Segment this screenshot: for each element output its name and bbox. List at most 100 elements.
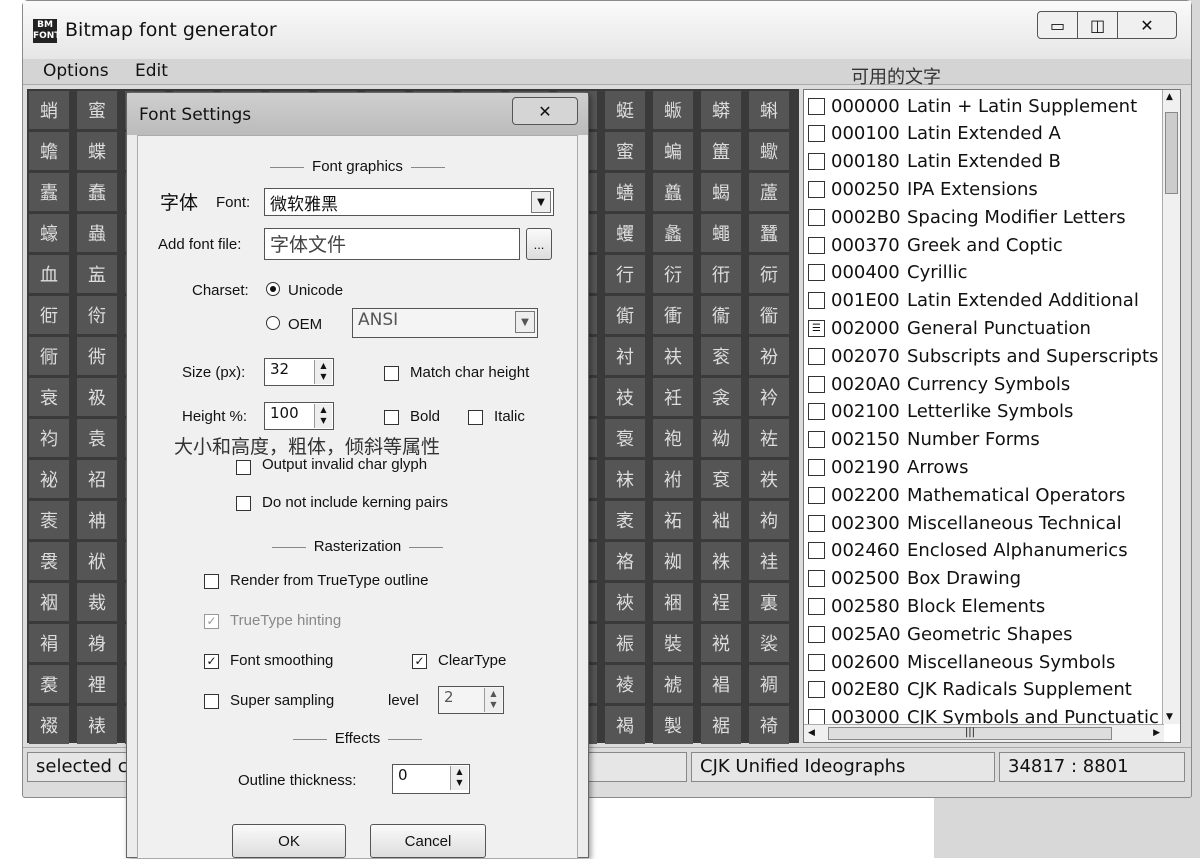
- glyph-cell[interactable]: 袠: [29, 501, 69, 539]
- glyph-cell[interactable]: 裞: [701, 624, 741, 662]
- glyph-cell[interactable]: 蠼: [605, 214, 645, 252]
- truetype-hinting-checkbox[interactable]: ✓: [204, 614, 219, 629]
- glyph-cell[interactable]: 衕: [29, 337, 69, 375]
- glyph-cell[interactable]: 蝌: [749, 91, 789, 129]
- glyph-cell[interactable]: 蜓: [605, 91, 645, 129]
- range-checkbox[interactable]: [808, 542, 825, 560]
- glyph-cell[interactable]: 衠: [605, 296, 645, 334]
- char-range-row[interactable]: 000000 Latin + Latin Supplement: [804, 92, 1137, 120]
- glyph-cell[interactable]: 蝂: [653, 91, 693, 129]
- char-range-row[interactable]: 002300 Miscellaneous Technical: [804, 509, 1122, 537]
- match-char-height-checkbox[interactable]: [384, 366, 399, 381]
- glyph-cell[interactable]: 衰: [29, 378, 69, 416]
- glyph-cell[interactable]: 袱: [77, 542, 117, 580]
- glyph-cell[interactable]: 蠢: [77, 173, 117, 211]
- glyph-cell[interactable]: 蠡: [653, 214, 693, 252]
- glyph-cell[interactable]: 裑: [77, 624, 117, 662]
- glyph-cell[interactable]: 簠: [701, 132, 741, 170]
- glyph-cell[interactable]: 衾: [701, 378, 741, 416]
- glyph-cell[interactable]: 裖: [605, 624, 645, 662]
- glyph-cell[interactable]: 裝: [653, 624, 693, 662]
- char-range-row[interactable]: 002150 Number Forms: [804, 426, 1040, 454]
- glyph-cell[interactable]: 裿: [749, 706, 789, 744]
- range-checkbox[interactable]: [808, 153, 825, 171]
- glyph-cell[interactable]: 裭: [653, 665, 693, 703]
- glyph-cell[interactable]: 袡: [77, 501, 117, 539]
- height-input[interactable]: 100 ▲ ▼: [264, 402, 334, 430]
- dialog-close-button[interactable]: ✕: [512, 97, 578, 125]
- glyph-cell[interactable]: 衖: [77, 337, 117, 375]
- level-input[interactable]: 2 ▲ ▼: [438, 686, 504, 714]
- glyph-cell[interactable]: 蜜: [77, 91, 117, 129]
- glyph-cell[interactable]: 蟮: [605, 173, 645, 211]
- glyph-cell[interactable]: 衑: [77, 296, 117, 334]
- scroll-left-icon[interactable]: ◀: [808, 728, 815, 738]
- glyph-cell[interactable]: 袽: [653, 542, 693, 580]
- char-range-row[interactable]: 0025A0 Geometric Shapes: [804, 620, 1072, 648]
- glyph-cell[interactable]: 衐: [29, 296, 69, 334]
- glyph-cell[interactable]: 袜: [605, 460, 645, 498]
- glyph-cell[interactable]: 裮: [701, 665, 741, 703]
- glyph-cell[interactable]: 衬: [605, 337, 645, 375]
- glyph-cell[interactable]: 袾: [701, 542, 741, 580]
- glyph-cell[interactable]: 衱: [77, 378, 117, 416]
- glyph-cell[interactable]: 袼: [605, 542, 645, 580]
- glyph-cell[interactable]: 製: [653, 706, 693, 744]
- add-font-input[interactable]: 字体文件: [264, 228, 520, 260]
- glyph-cell[interactable]: 裟: [749, 624, 789, 662]
- chevron-down-icon[interactable]: ▼: [531, 191, 551, 213]
- range-checkbox[interactable]: [808, 431, 825, 449]
- glyph-cell[interactable]: 蝎: [701, 173, 741, 211]
- range-checkbox[interactable]: [808, 403, 825, 421]
- glyph-cell[interactable]: 裱: [77, 706, 117, 744]
- glyph-cell[interactable]: 蠅: [701, 214, 741, 252]
- italic-checkbox[interactable]: [468, 410, 483, 425]
- range-checkbox[interactable]: [808, 486, 825, 504]
- glyph-cell[interactable]: 袿: [749, 542, 789, 580]
- oem-radio[interactable]: [266, 316, 280, 330]
- glyph-cell[interactable]: 衁: [77, 255, 117, 293]
- range-checkbox[interactable]: [808, 375, 825, 393]
- vertical-scroll-thumb[interactable]: [1165, 112, 1178, 194]
- glyph-cell[interactable]: 衿: [749, 378, 789, 416]
- title-bar[interactable]: BM FONT Bitmap font generator ▭ ◫ ✕: [23, 1, 1191, 59]
- char-range-row[interactable]: 002460 Enclosed Alphanumerics: [804, 537, 1128, 565]
- font-dropdown[interactable]: 微软雅黑 ▼: [264, 188, 554, 216]
- glyph-cell[interactable]: 裐: [29, 624, 69, 662]
- outline-spinner[interactable]: ▲ ▼: [450, 766, 468, 790]
- partial-check-icon[interactable]: ☰: [808, 319, 825, 337]
- glyph-cell[interactable]: 袐: [29, 460, 69, 498]
- range-checkbox[interactable]: [808, 514, 825, 532]
- char-range-row[interactable]: 002070 Subscripts and Superscripts: [804, 342, 1158, 370]
- bold-checkbox[interactable]: [384, 410, 399, 425]
- glyph-cell[interactable]: 袌: [605, 419, 645, 457]
- glyph-cell[interactable]: 袥: [653, 501, 693, 539]
- char-range-list[interactable]: 000000 Latin + Latin Supplement 000100 Lati…: [803, 89, 1181, 743]
- glyph-cell[interactable]: 衭: [653, 337, 693, 375]
- minimize-button[interactable]: ▭: [1038, 12, 1078, 38]
- oem-dropdown[interactable]: ANSI ▼: [352, 308, 538, 338]
- glyph-cell[interactable]: 袰: [29, 542, 69, 580]
- glyph-cell[interactable]: 袝: [653, 460, 693, 498]
- glyph-cell[interactable]: 蛸: [29, 91, 69, 129]
- super-sampling-checkbox[interactable]: [204, 694, 219, 709]
- range-checkbox[interactable]: [808, 236, 825, 254]
- browse-button[interactable]: ...: [526, 228, 552, 260]
- glyph-cell[interactable]: 裬: [605, 665, 645, 703]
- glyph-cell[interactable]: 袏: [749, 419, 789, 457]
- glyph-cell[interactable]: 裾: [701, 706, 741, 744]
- glyph-cell[interactable]: 袍: [653, 419, 693, 457]
- glyph-cell[interactable]: 衞: [701, 296, 741, 334]
- glyph-cell[interactable]: 衯: [749, 337, 789, 375]
- glyph-cell[interactable]: 袑: [77, 460, 117, 498]
- glyph-cell[interactable]: 行: [605, 255, 645, 293]
- char-range-row[interactable]: 002580 Block Elements: [804, 592, 1045, 620]
- no-kerning-checkbox[interactable]: [236, 496, 251, 511]
- glyph-cell[interactable]: 袞: [701, 460, 741, 498]
- size-input[interactable]: 32 ▲ ▼: [264, 358, 334, 386]
- range-checkbox[interactable]: [808, 180, 825, 198]
- vertical-scrollbar[interactable]: ▲ ▼: [1162, 90, 1180, 724]
- glyph-cell[interactable]: 衮: [701, 337, 741, 375]
- range-checkbox[interactable]: [808, 570, 825, 588]
- char-range-row[interactable]: 000180 Latin Extended B: [804, 148, 1061, 176]
